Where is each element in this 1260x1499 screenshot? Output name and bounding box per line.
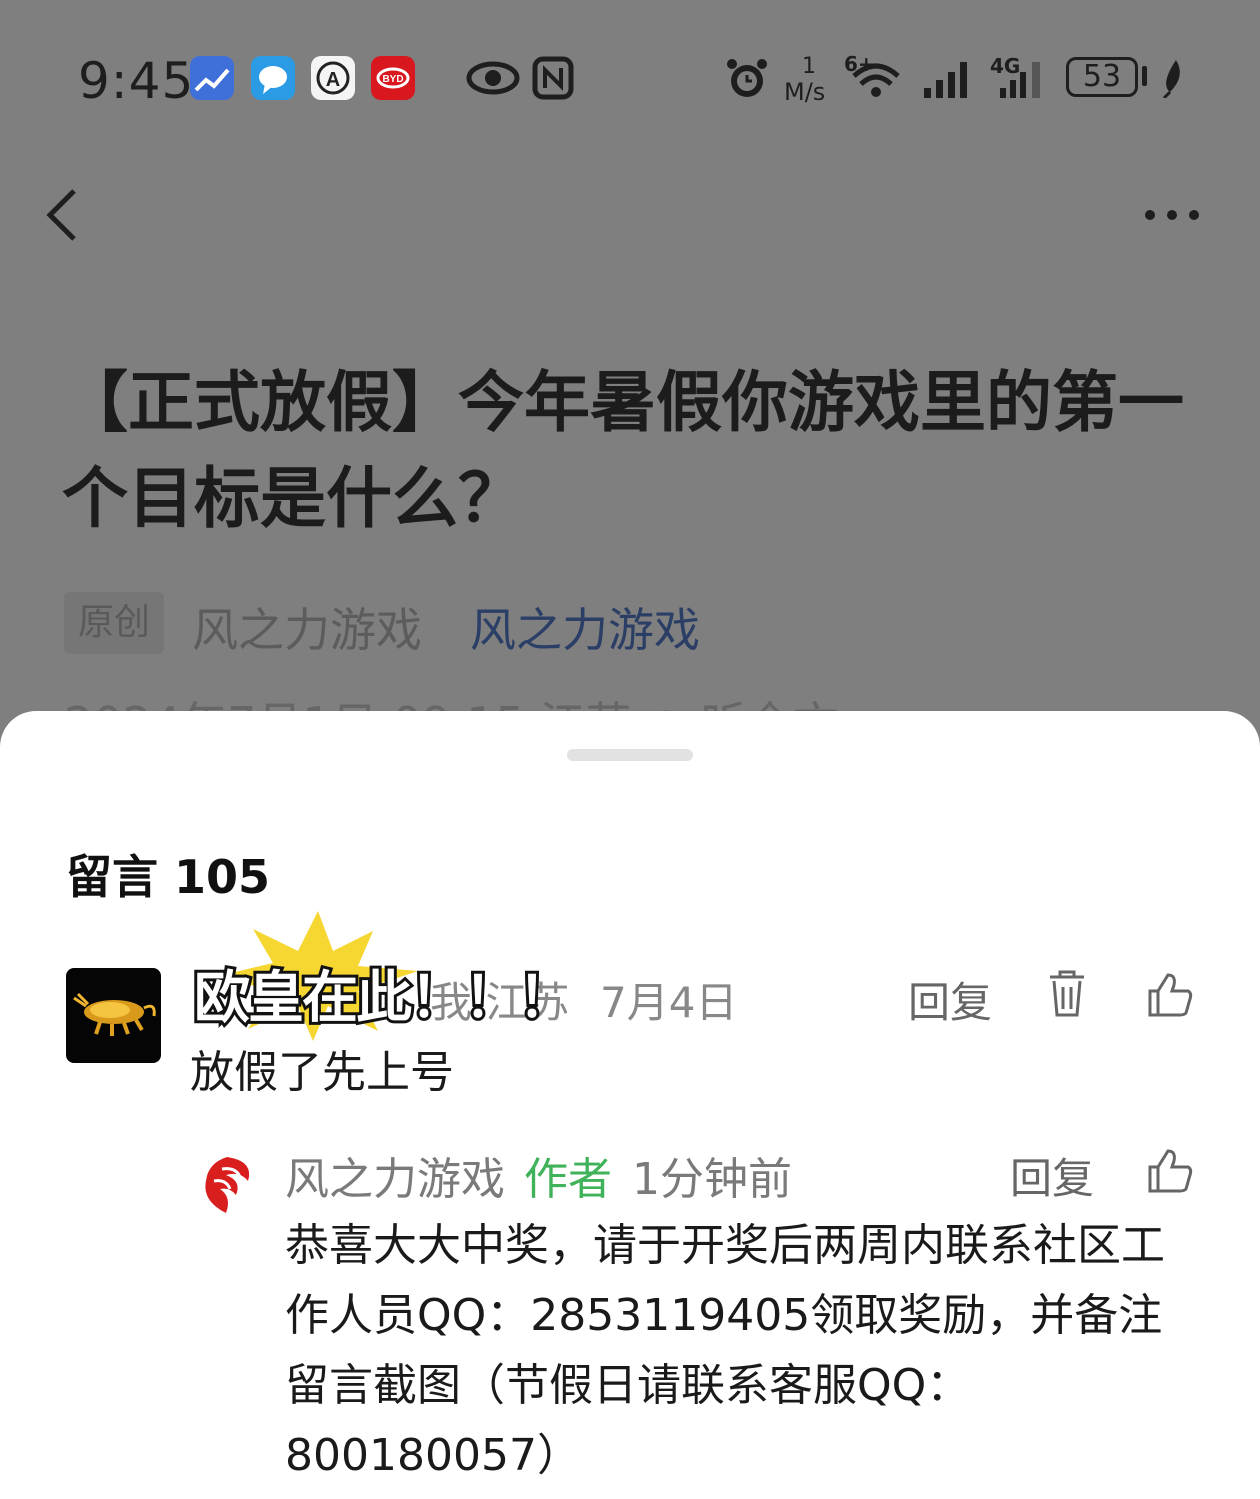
leaf-icon bbox=[1156, 58, 1186, 102]
article-title: 【正式放假】今年暑假你游戏里的第一个目标是什么？ bbox=[62, 364, 1184, 537]
trash-icon bbox=[1050, 970, 1084, 1017]
thumbs-up-icon bbox=[1148, 973, 1193, 1017]
reply-button-2[interactable]: 回复 bbox=[1010, 1145, 1094, 1206]
chevron-left-icon bbox=[46, 189, 76, 241]
battery-icon: 53 bbox=[1066, 57, 1138, 97]
signal-icon bbox=[922, 56, 976, 104]
svg-text:BYD: BYD bbox=[382, 74, 403, 85]
speed-unit: M/s bbox=[784, 78, 826, 106]
avatar[interactable] bbox=[66, 968, 161, 1063]
drag-handle[interactable] bbox=[567, 749, 693, 761]
comment-text: 放假了先上号 bbox=[190, 1047, 454, 1098]
thumbs-up-icon bbox=[1148, 1149, 1193, 1193]
a-app-icon: A bbox=[311, 56, 355, 100]
account-link[interactable]: 风之力游戏 bbox=[470, 594, 700, 660]
like-button[interactable] bbox=[1146, 971, 1194, 1021]
author-avatar[interactable] bbox=[192, 1151, 262, 1221]
status-time: 9:45 bbox=[78, 52, 195, 110]
delete-button[interactable] bbox=[1046, 969, 1088, 1023]
reply-author-name[interactable]: 风之力游戏 bbox=[285, 1143, 505, 1207]
sticker-text: 欧皇在此！！！ bbox=[191, 963, 577, 1034]
sina-finance-app-icon bbox=[190, 56, 234, 100]
comments-header: 留言 105 bbox=[66, 850, 271, 904]
byd-app-icon: BYD bbox=[371, 56, 415, 100]
reply-text: 恭喜大大中奖，请于开奖后两周内联系社区工作人员QQ：2853119405领取奖励… bbox=[285, 1220, 1165, 1481]
speed-value: 1 bbox=[802, 54, 816, 79]
reply-time: 1分钟前 bbox=[632, 1154, 792, 1205]
eye-icon bbox=[465, 58, 521, 102]
svg-text:A: A bbox=[326, 69, 340, 91]
sticker-overlay: 欧皇在此！！！ bbox=[188, 911, 577, 1041]
wifi-icon bbox=[848, 58, 904, 106]
author-badge: 作者 bbox=[524, 1154, 612, 1205]
reply-button[interactable]: 回复 bbox=[908, 969, 992, 1030]
chat-app-icon bbox=[251, 56, 295, 100]
status-bar: 9:45 A BYD 1 M/s 6+ 4G 53 bbox=[0, 0, 1260, 160]
comments-sheet: 留言 105 我 江苏 7月4日 欧皇在此！！！ 回复 放假了先上号 风之力游戏 bbox=[0, 711, 1260, 1499]
alarm-icon bbox=[724, 56, 770, 106]
article-author: 风之力游戏 bbox=[192, 603, 422, 657]
more-button[interactable] bbox=[1140, 195, 1210, 235]
back-button[interactable] bbox=[40, 185, 90, 245]
like-button-2[interactable] bbox=[1146, 1147, 1194, 1197]
comment-date: 7月4日 bbox=[600, 978, 738, 1027]
nfc-icon bbox=[532, 56, 574, 104]
original-tag: 原创 bbox=[64, 592, 164, 654]
signal-icon-2 bbox=[996, 58, 1052, 106]
more-icon bbox=[1145, 210, 1199, 220]
battery-tip bbox=[1142, 66, 1150, 92]
